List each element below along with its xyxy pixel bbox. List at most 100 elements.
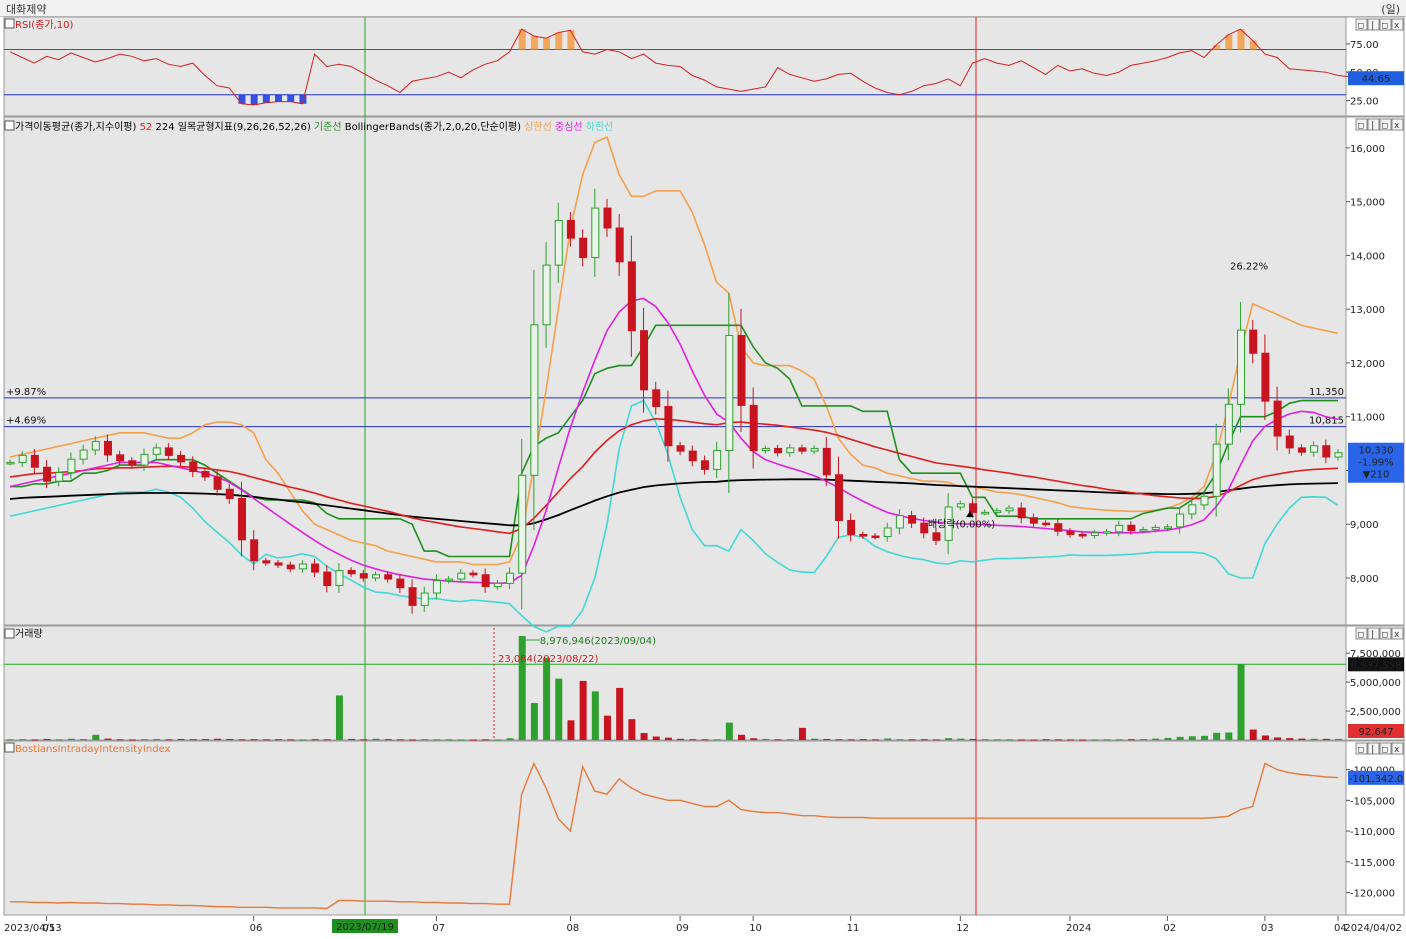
candle-body bbox=[384, 574, 393, 580]
volume-bar bbox=[226, 738, 234, 740]
volume-panel[interactable] bbox=[3, 625, 1347, 741]
volume-bar bbox=[530, 702, 538, 740]
candle-body bbox=[359, 573, 368, 579]
volume-bar bbox=[750, 738, 758, 740]
x-axis-month-label: 06 bbox=[250, 923, 263, 934]
candle-body bbox=[518, 474, 527, 574]
candle-body bbox=[774, 447, 783, 454]
volume-bar bbox=[1054, 739, 1062, 741]
candle-body bbox=[640, 330, 649, 391]
price-ytick-label: 11,000 bbox=[1350, 413, 1385, 424]
volume-bar bbox=[1079, 739, 1087, 741]
rsi-panel-ctl-3-glyph: x bbox=[1394, 21, 1400, 31]
volume-bar bbox=[104, 738, 112, 740]
volume-bar bbox=[384, 739, 392, 741]
volume-bar bbox=[55, 739, 63, 741]
price-ytick-label: 14,000 bbox=[1350, 251, 1385, 262]
candle-body bbox=[67, 458, 76, 474]
candle-body bbox=[1127, 524, 1136, 532]
candle-body bbox=[1224, 403, 1233, 445]
bostian-panel-ctl-0-glyph: □ bbox=[1358, 745, 1364, 755]
candle-body bbox=[335, 569, 344, 587]
price-panel-ctl-1-glyph: | bbox=[1370, 121, 1375, 131]
volume-bar bbox=[1286, 738, 1294, 740]
candle-body bbox=[956, 503, 965, 508]
x-axis-bar bbox=[0, 916, 1406, 939]
volume-bar bbox=[835, 739, 843, 741]
candle-body bbox=[493, 582, 502, 588]
candle-body bbox=[1237, 329, 1246, 405]
candle-body bbox=[225, 488, 234, 499]
volume-bar bbox=[116, 739, 124, 741]
price-panel-axis bbox=[1345, 116, 1405, 626]
volume-panel-ctl-3-glyph: x bbox=[1394, 630, 1400, 640]
price-ytick-label: 13,000 bbox=[1350, 305, 1385, 316]
rsi-extreme-fill bbox=[287, 94, 295, 102]
volume-bar bbox=[1249, 729, 1257, 740]
candle-body bbox=[274, 562, 283, 566]
candle-body bbox=[883, 527, 892, 538]
volume-bar bbox=[348, 738, 356, 740]
price-ytick-label: 16,000 bbox=[1350, 144, 1385, 155]
price-legend-item-4: 기준선 bbox=[311, 121, 345, 133]
candle-body bbox=[6, 461, 15, 465]
volume-bar bbox=[847, 739, 855, 741]
candle-body bbox=[737, 335, 746, 406]
candle-body bbox=[55, 472, 64, 482]
volume-bar bbox=[1115, 739, 1123, 741]
rsi-ytick-label: 25.00 bbox=[1350, 96, 1379, 107]
volume-bar bbox=[1274, 737, 1282, 740]
volume-bar bbox=[189, 739, 197, 741]
volume-dashed-annotation: 23,084(2023/08/22) bbox=[498, 654, 599, 665]
volume-panel-icon[interactable] bbox=[4, 628, 15, 639]
price-panel[interactable] bbox=[3, 116, 1347, 626]
rsi-panel-ctl-0-glyph: □ bbox=[1358, 21, 1364, 31]
volume-title: 거래량 bbox=[15, 628, 43, 640]
volume-bar bbox=[433, 739, 441, 741]
volume-bar bbox=[823, 738, 831, 740]
volume-bar bbox=[92, 734, 100, 740]
volume-bar bbox=[713, 739, 721, 741]
rsi-panel-ctl-2-glyph: □ bbox=[1382, 21, 1388, 31]
candle-body bbox=[140, 453, 149, 466]
candle-body bbox=[506, 572, 515, 584]
candle-body bbox=[1285, 435, 1294, 449]
candle-body bbox=[298, 563, 307, 570]
volume-bar bbox=[165, 739, 173, 741]
volume-bar bbox=[7, 739, 14, 741]
candle-body bbox=[713, 450, 722, 470]
price-legend: 가격이동평균(종가,지수이평) 52 224 일목균형지표(9,26,26,52… bbox=[15, 120, 613, 133]
price-ytick-label: 8,000 bbox=[1350, 574, 1379, 585]
volume-bar bbox=[238, 739, 246, 741]
volume-bar bbox=[299, 739, 307, 741]
price-panel-icon[interactable] bbox=[4, 120, 15, 131]
volume-panel-ctl-2-glyph: □ bbox=[1382, 630, 1388, 640]
candle-body bbox=[1297, 447, 1306, 453]
candle-body bbox=[177, 454, 186, 463]
volume-bar bbox=[323, 739, 331, 741]
candle-body bbox=[847, 519, 856, 535]
candle-body bbox=[554, 219, 563, 266]
last-price-change: ▼210 bbox=[1363, 470, 1390, 481]
volume-bar bbox=[786, 739, 794, 741]
volume-bar bbox=[981, 739, 989, 741]
rsi-panel-icon[interactable] bbox=[4, 18, 15, 29]
volume-bar bbox=[1200, 735, 1208, 740]
candle-body bbox=[372, 574, 381, 579]
x-axis-highlight-date: 2023/07/19 bbox=[336, 922, 394, 933]
volume-bar bbox=[494, 739, 502, 741]
candle-body bbox=[725, 335, 734, 452]
volume-bar bbox=[518, 636, 526, 740]
volume-panel-ctl-0-glyph: □ bbox=[1358, 630, 1364, 640]
candle-body bbox=[286, 564, 295, 570]
peak-annotation: 26.22% bbox=[1230, 262, 1268, 273]
candle-body bbox=[1005, 507, 1014, 512]
candle-body bbox=[1334, 452, 1343, 458]
price-ytick-label: 12,000 bbox=[1350, 359, 1385, 370]
price-hline-label-0: +9.87% bbox=[6, 387, 46, 398]
volume-bar bbox=[287, 739, 295, 741]
chart-canvas[interactable]: □|□x□|□x□|□x□|□xRSI(종가,10)75.0050.0025.0… bbox=[0, 0, 1406, 939]
bostian-panel-icon[interactable] bbox=[4, 742, 15, 753]
candle-body bbox=[993, 510, 1002, 513]
bostian-panel[interactable] bbox=[3, 740, 1347, 916]
